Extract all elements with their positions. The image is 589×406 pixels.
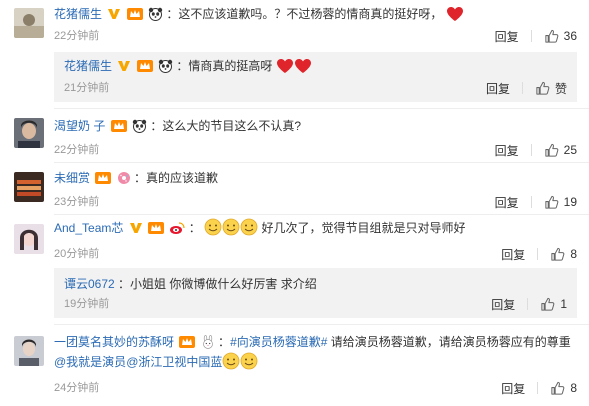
- thumbs-up-icon: [536, 81, 550, 95]
- heart-icon: [294, 58, 312, 74]
- reply-box: 谭云0672 ：小姐姐 你微博做什么好厉害 求介绍 19分钟前 回复 1: [54, 268, 577, 318]
- avatar[interactable]: [14, 118, 44, 148]
- comment-time: 23分钟前: [54, 196, 100, 208]
- like-count: 8: [570, 247, 577, 261]
- comment-divider: [54, 162, 589, 163]
- weibo-logo-icon: [169, 221, 186, 235]
- action-divider: [530, 144, 532, 156]
- like-count: 25: [563, 143, 577, 157]
- action-divider: [521, 82, 523, 94]
- like-button[interactable]: 19: [544, 195, 577, 210]
- vip-crown-icon: [179, 335, 196, 349]
- action-divider: [530, 30, 532, 42]
- avatar[interactable]: [14, 336, 44, 366]
- reply-button[interactable]: 回复: [501, 380, 525, 397]
- reply-time: 19分钟前: [64, 298, 110, 310]
- thumbs-up-icon: [551, 247, 565, 261]
- reply-username[interactable]: 花猪儒生: [64, 59, 112, 73]
- comment-divider: [54, 324, 589, 325]
- thumbs-up-icon: [545, 143, 558, 157]
- vip-crown-icon: [126, 7, 143, 21]
- like-button[interactable]: 8: [550, 381, 577, 396]
- like-count: 36: [563, 29, 577, 43]
- like-button[interactable]: 8: [550, 247, 577, 262]
- comment-text: 请给演员杨蓉道歉，请给演员杨蓉应有的尊重: [327, 335, 571, 349]
- like-count: 19: [563, 195, 577, 209]
- comment-time: 22分钟前: [54, 144, 100, 156]
- reply-button[interactable]: 回复: [495, 142, 519, 159]
- comment-text: 好几次了，觉得节目组就是只对导师好: [261, 221, 466, 235]
- donut-icon: [117, 171, 131, 185]
- like-button[interactable]: 25: [544, 143, 577, 158]
- vip-crown-icon: [136, 59, 153, 73]
- vip-crown-icon: [148, 221, 165, 235]
- avatar[interactable]: [14, 224, 44, 254]
- smile-emoji-icon: [204, 218, 222, 236]
- like-count: 赞: [554, 81, 567, 96]
- action-divider: [530, 196, 532, 208]
- thumbs-up-icon: [545, 29, 558, 43]
- reply-button[interactable]: 回复: [491, 296, 515, 313]
- comment-text: ：: [218, 335, 231, 349]
- verified-v-icon: [117, 59, 131, 73]
- action-divider: [537, 248, 539, 260]
- avatar[interactable]: [14, 8, 44, 38]
- verified-v-icon: [107, 7, 121, 21]
- reply-button[interactable]: 回复: [501, 246, 525, 263]
- verified-v-icon: [129, 221, 143, 235]
- smile-emoji-icon: [222, 218, 240, 236]
- panda-icon: [132, 119, 147, 133]
- heart-icon: [446, 6, 464, 22]
- reply-username[interactable]: 谭云0672: [64, 277, 115, 291]
- reply-time: 21分钟前: [64, 82, 110, 94]
- comment-time: 22分钟前: [54, 30, 100, 42]
- smile-emoji-icon: [222, 352, 240, 370]
- panda-icon: [148, 7, 163, 21]
- comment-time: 20分钟前: [54, 248, 100, 260]
- thumbs-up-icon: [541, 297, 555, 311]
- reply-text: ：小姐姐 你微博做什么好厉害 求介绍: [118, 277, 317, 291]
- heart-icon: [276, 58, 294, 74]
- topic-hashtag-link[interactable]: #向演员杨蓉道歉#: [230, 335, 327, 349]
- action-divider: [527, 298, 529, 310]
- rabbit-icon: [201, 335, 215, 349]
- comment-username[interactable]: And_Team芯: [54, 221, 123, 235]
- vip-crown-icon: [110, 119, 127, 133]
- reply-text: ：情商真的挺高呀: [176, 59, 273, 73]
- like-count: 1: [560, 297, 567, 311]
- like-count: 8: [570, 381, 577, 395]
- reply-button[interactable]: 回复: [486, 80, 510, 97]
- avatar[interactable]: [14, 172, 44, 202]
- action-divider: [537, 382, 539, 394]
- comment-username[interactable]: 一团莫名其妙的苏酥呀: [54, 335, 174, 349]
- like-button[interactable]: 1: [540, 297, 567, 312]
- comment-text: ：这不应该道歉吗。？不过杨蓉的情商真的挺好呀，: [166, 7, 443, 21]
- vip-crown-icon: [95, 171, 112, 185]
- thumbs-up-icon: [545, 195, 558, 209]
- like-button[interactable]: 赞: [535, 80, 567, 97]
- thumbs-up-icon: [551, 381, 565, 395]
- like-button[interactable]: 36: [544, 29, 577, 44]
- reply-box: 花猪儒生 ：情商真的挺高呀 21分钟前 回复 赞: [54, 52, 577, 102]
- comment-username[interactable]: 渴望奶 子: [54, 119, 105, 133]
- comment-time: 24分钟前: [54, 382, 100, 394]
- comment-username[interactable]: 花猪儒生: [54, 7, 102, 21]
- comment-divider: [54, 214, 589, 215]
- smile-emoji-icon: [240, 352, 258, 370]
- reply-button[interactable]: 回复: [495, 194, 519, 211]
- panda-icon: [158, 59, 173, 73]
- mention-link[interactable]: @浙江卫视中国蓝: [126, 355, 222, 369]
- smile-emoji-icon: [240, 218, 258, 236]
- reply-button[interactable]: 回复: [495, 28, 519, 45]
- mention-link[interactable]: @我就是演员: [54, 355, 126, 369]
- comment-text: ：这么大的节目这么不认真?: [150, 119, 302, 133]
- comment-text: ：真的应该道歉: [134, 171, 219, 185]
- comment-divider: [54, 108, 589, 109]
- comment-username[interactable]: 未细赏: [54, 171, 90, 185]
- comment-text: ：: [188, 221, 201, 235]
